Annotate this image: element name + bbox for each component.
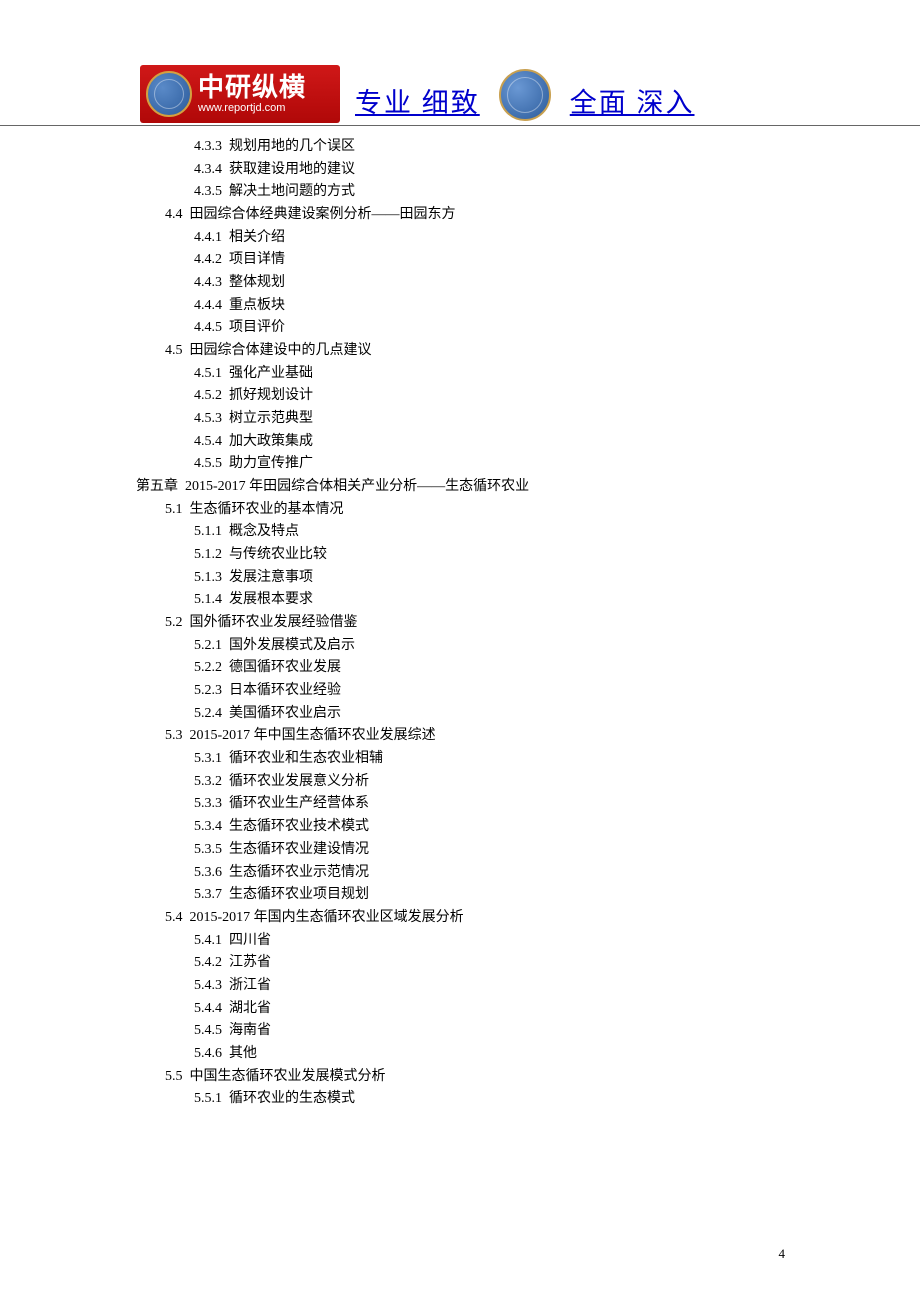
- toc-entry: 5.1.1 概念及特点: [136, 521, 790, 544]
- toc-entry: 4.5.5 助力宣传推广: [136, 453, 790, 476]
- toc-entry: 5.4.2 江苏省: [136, 952, 790, 975]
- toc-entry: 5.2 国外循环农业发展经验借鉴: [136, 612, 790, 635]
- toc-entry: 5.4.1 四川省: [136, 930, 790, 953]
- toc-entry: 4.5.3 树立示范典型: [136, 408, 790, 431]
- toc-entry: 4.5.1 强化产业基础: [136, 363, 790, 386]
- logo-company-name: 中研纵横: [198, 74, 306, 100]
- logo-banner: 中研纵横 www.reportjd.com: [140, 65, 340, 123]
- toc-entry: 5.4.4 湖北省: [136, 998, 790, 1021]
- toc-entry: 4.4.1 相关介绍: [136, 227, 790, 250]
- page-number: 4: [779, 1246, 786, 1262]
- toc-entry: 5.4.6 其他: [136, 1043, 790, 1066]
- toc-entry: 5.1.4 发展根本要求: [136, 589, 790, 612]
- toc-entry: 5.3.2 循环农业发展意义分析: [136, 771, 790, 794]
- toc-entry: 5.5.1 循环农业的生态模式: [136, 1088, 790, 1111]
- table-of-contents: 4.3.3 规划用地的几个误区4.3.4 获取建设用地的建议4.3.5 解决土地…: [0, 134, 920, 1111]
- toc-entry: 4.4 田园综合体经典建设案例分析——田园东方: [136, 204, 790, 227]
- toc-entry: 4.3.5 解决土地问题的方式: [136, 181, 790, 204]
- toc-entry: 5.1.2 与传统农业比较: [136, 544, 790, 567]
- toc-entry: 4.5.2 抓好规划设计: [136, 385, 790, 408]
- toc-entry: 第五章 2015-2017 年田园综合体相关产业分析——生态循环农业: [136, 476, 790, 499]
- toc-entry: 5.3.1 循环农业和生态农业相辅: [136, 748, 790, 771]
- toc-entry: 4.5.4 加大政策集成: [136, 431, 790, 454]
- page-header: 中研纵横 www.reportjd.com 专业 细致 全面 深入: [0, 0, 920, 126]
- toc-entry: 5.1 生态循环农业的基本情况: [136, 499, 790, 522]
- toc-entry: 4.3.3 规划用地的几个误区: [136, 136, 790, 159]
- toc-entry: 5.3.4 生态循环农业技术模式: [136, 816, 790, 839]
- toc-entry: 5.4.5 海南省: [136, 1020, 790, 1043]
- toc-entry: 5.2.3 日本循环农业经验: [136, 680, 790, 703]
- toc-entry: 4.4.5 项目评价: [136, 317, 790, 340]
- toc-entry: 5.2.2 德国循环农业发展: [136, 657, 790, 680]
- header-link-right[interactable]: 全面 深入: [570, 87, 695, 123]
- logo-emblem-icon: [146, 71, 192, 117]
- toc-entry: 5.1.3 发展注意事项: [136, 567, 790, 590]
- toc-entry: 5.5 中国生态循环农业发展模式分析: [136, 1066, 790, 1089]
- toc-entry: 4.4.4 重点板块: [136, 295, 790, 318]
- toc-entry: 4.4.3 整体规划: [136, 272, 790, 295]
- toc-entry: 4.4.2 项目详情: [136, 249, 790, 272]
- header-link-left[interactable]: 专业 细致: [355, 87, 480, 123]
- toc-entry: 5.2.4 美国循环农业启示: [136, 703, 790, 726]
- toc-entry: 5.3 2015-2017 年中国生态循环农业发展综述: [136, 725, 790, 748]
- toc-entry: 5.4.3 浙江省: [136, 975, 790, 998]
- header-emblem-icon: [499, 69, 551, 121]
- toc-entry: 4.5 田园综合体建设中的几点建议: [136, 340, 790, 363]
- toc-entry: 5.2.1 国外发展模式及启示: [136, 635, 790, 658]
- toc-entry: 4.3.4 获取建设用地的建议: [136, 159, 790, 182]
- toc-entry: 5.4 2015-2017 年国内生态循环农业区域发展分析: [136, 907, 790, 930]
- toc-entry: 5.3.5 生态循环农业建设情况: [136, 839, 790, 862]
- logo-text: 中研纵横 www.reportjd.com: [198, 74, 306, 114]
- toc-entry: 5.3.3 循环农业生产经营体系: [136, 793, 790, 816]
- logo-url: www.reportjd.com: [198, 102, 306, 114]
- toc-entry: 5.3.7 生态循环农业项目规划: [136, 884, 790, 907]
- toc-entry: 5.3.6 生态循环农业示范情况: [136, 862, 790, 885]
